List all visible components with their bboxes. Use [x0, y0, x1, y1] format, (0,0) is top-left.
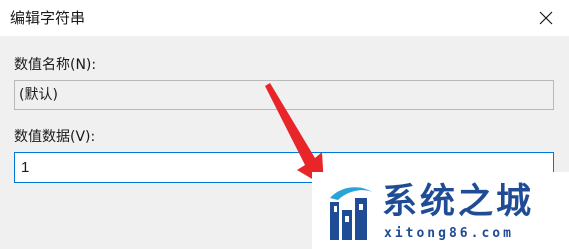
watermark: 系统之城 xitong86.com: [312, 172, 569, 249]
value-data-label: 数值数据(V):: [14, 129, 96, 145]
brand-domain: xitong86.com: [384, 226, 514, 241]
title-bar: 编辑字符串: [0, 0, 569, 36]
castle-logo-icon: [330, 187, 372, 240]
value-name-field: (默认): [14, 80, 554, 110]
brand-name: 系统之城: [382, 182, 535, 222]
dialog-title: 编辑字符串: [10, 9, 86, 27]
close-button[interactable]: [523, 0, 569, 36]
close-icon: [539, 11, 553, 25]
value-name-label: 数值名称(N):: [14, 57, 97, 73]
